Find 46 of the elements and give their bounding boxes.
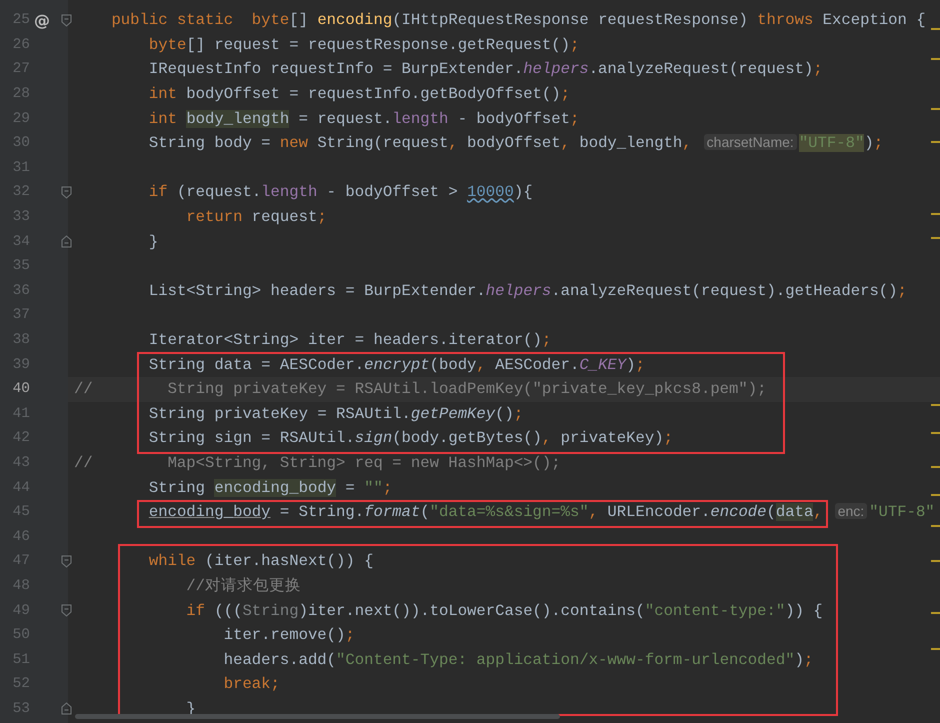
code-line: // Map<String, String> req = new HashMap<>(); [74,454,561,472]
override-marker[interactable]: @ [34,10,50,30]
code-line: String privateKey = RSAUtil.getPemKey(); [148,404,524,423]
code-line: int body_length = request.length - bodyOffset; [148,110,580,128]
fold-icon[interactable] [61,554,72,568]
stripe-mark[interactable] [931,525,940,527]
fold-icon[interactable] [61,14,72,27]
fold-icon[interactable] [61,604,72,618]
stripe-mark[interactable] [931,648,940,650]
code-line: List<String> headers = BurpExtender.helpers.analyzeRequest(request).getHeaders(); [148,282,907,300]
code-line: headers.add("Content-Type: application/x-www-form-urlencoded"); [224,650,814,669]
code-line: // String privateKey = RSAUtil.loadPemKey("private_key_pkcs8.pem"); [74,380,766,398]
code-line: byte[] request = requestResponse.getRequest(); [148,36,580,54]
code-line: String body = new String(request, bodyOffset, body_length, charsetName: "UTF-8"); [148,134,884,152]
stripe-mark[interactable] [931,58,940,60]
stripe-mark[interactable] [931,108,940,110]
code-line: break; [224,675,280,694]
stripe-mark[interactable] [931,560,940,562]
code-line: return request; [186,208,327,226]
code-line: Iterator<String> iter = headers.iterator(); [148,331,552,350]
code-line: String sign = RSAUtil.sign(body.getBytes(), privateKey); [148,429,673,448]
code-line: } [148,232,158,251]
code-line: while (iter.hasNext()) { [148,552,374,570]
code-line: if (((String)iter.next()).toLowerCase().contains("content-type:")) { [186,602,823,620]
code-line: int bodyOffset = requestInfo.getBodyOffset(); [148,85,570,104]
fold-icon[interactable] [61,186,72,199]
stripe-mark[interactable] [931,494,940,496]
code-line: IRequestInfo requestInfo = BurpExtender.helpers.analyzeRequest(request); [148,60,823,78]
stripe-mark[interactable] [931,237,940,239]
stripe-mark[interactable] [931,141,940,143]
code-line: public static byte[] encoding(IHttpRequestResponse requestResponse) throws Exception { [111,11,926,30]
fold-icon[interactable] [61,235,72,248]
stripe-mark[interactable] [931,432,940,434]
stripe-mark[interactable] [931,28,940,30]
code-line: //对请求包更换 [186,576,302,596]
line-number: 40 [12,381,30,398]
code-line: if (request.length - bodyOffset > 10000){ [148,183,533,202]
fold-icon[interactable] [61,702,72,716]
stripe-mark[interactable] [931,404,940,406]
scrollbar-thumb[interactable] [75,714,560,719]
code-line: iter.remove(); [224,626,355,644]
stripe-mark[interactable] [931,612,940,614]
stripe-mark[interactable] [931,213,940,215]
code-line: String data = AESCoder.encrypt(body, AESCoder.C_KEY); [148,356,645,374]
code-line: encoding_body = String.format("data=%s&sign=%s", URLEncoder.encode(data, enc: "UTF-8" [148,503,935,522]
stripe-mark[interactable] [931,466,940,468]
